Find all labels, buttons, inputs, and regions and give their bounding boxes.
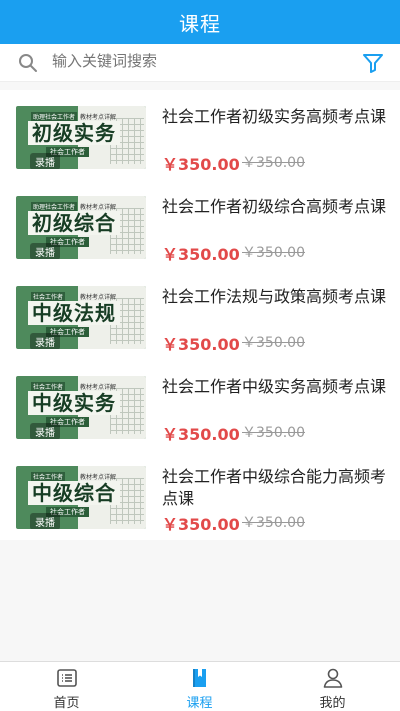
course-name: 社会工作者初级实务高频考点课 [162, 107, 387, 126]
course-price: ￥350.00 [162, 245, 240, 264]
cover-title: 中级实务 [28, 391, 120, 415]
cover-tag2: 教材考点详解 [80, 204, 117, 211]
course-name: 社会工作者中级实务高频考点课 [162, 377, 387, 396]
course-cover: 社会工作者 教材考点详解 中级综合 社会工作者 录播 [16, 466, 146, 529]
course-cover: 助理社会工作者 教材考点详解 初级综合 社会工作者 录播 [16, 196, 146, 259]
bottom-tab-bar: 首页 课程 我的 [0, 661, 400, 711]
course-original-price: ￥350.00 [242, 515, 305, 531]
course-price: ￥350.00 [162, 155, 240, 174]
course-item[interactable]: 社会工作者 教材考点详解 中级法规 社会工作者 录播 社会工作法规与政策高频考点… [0, 270, 400, 360]
cover-title: 中级综合 [28, 481, 120, 505]
filter-icon[interactable] [361, 51, 385, 75]
search-icon[interactable] [18, 53, 38, 73]
list-icon [57, 669, 77, 687]
tab-courses[interactable]: 课程 [133, 662, 266, 711]
cover-tag2: 教材考点详解 [80, 294, 117, 301]
book-icon [193, 669, 206, 687]
course-cover: 社会工作者 教材考点详解 中级实务 社会工作者 录播 [16, 376, 146, 439]
cover-tag: 社会工作者 [31, 382, 66, 391]
course-price: ￥350.00 [162, 515, 240, 534]
course-cover: 社会工作者 教材考点详解 中级法规 社会工作者 录播 [16, 286, 146, 349]
cover-title: 中级法规 [28, 301, 120, 325]
cover-tag: 助理社会工作者 [31, 202, 78, 211]
tab-profile[interactable]: 我的 [266, 662, 399, 711]
recorded-badge: 录播 [30, 423, 60, 439]
course-price: ￥350.00 [162, 425, 240, 444]
course-original-price: ￥350.00 [242, 335, 305, 351]
course-name: 社会工作者初级综合高频考点课 [162, 197, 387, 216]
search-bar [0, 44, 400, 82]
user-icon [323, 668, 343, 688]
recorded-badge: 录播 [30, 243, 60, 259]
course-item[interactable]: 社会工作者 教材考点详解 中级综合 社会工作者 录播 社会工作者中级综合能力高频… [0, 450, 400, 540]
cover-title: 初级实务 [28, 121, 120, 145]
tab-home[interactable]: 首页 [0, 662, 133, 711]
cover-tag: 社会工作者 [31, 472, 66, 481]
cover-tag: 社会工作者 [31, 292, 66, 301]
course-item[interactable]: 社会工作者 教材考点详解 中级实务 社会工作者 录播 社会工作者中级实务高频考点… [0, 360, 400, 450]
course-name: 社会工作者中级综合能力高频考点课 [162, 467, 387, 508]
tab-label: 首页 [53, 696, 80, 711]
recorded-badge: 录播 [30, 153, 60, 169]
app-header: 课程 [0, 0, 400, 44]
tab-label: 课程 [186, 696, 213, 711]
course-original-price: ￥350.00 [242, 155, 305, 171]
course-price: ￥350.00 [162, 335, 240, 354]
recorded-badge: 录播 [30, 333, 60, 349]
course-cover: 助理社会工作者 教材考点详解 初级实务 社会工作者 录播 [16, 106, 146, 169]
cover-tag: 助理社会工作者 [31, 112, 78, 121]
page-title: 课程 [179, 11, 221, 36]
course-original-price: ￥350.00 [242, 245, 305, 261]
course-item[interactable]: 助理社会工作者 教材考点详解 初级综合 社会工作者 录播 社会工作者初级综合高频… [0, 180, 400, 270]
tab-label: 我的 [319, 696, 346, 711]
cover-title: 初级综合 [28, 211, 120, 235]
course-item[interactable]: 助理社会工作者 教材考点详解 初级实务 社会工作者 录播 社会工作者初级实务高频… [0, 90, 400, 180]
course-name: 社会工作法规与政策高频考点课 [162, 287, 387, 306]
search-input[interactable] [52, 53, 332, 70]
course-list: 助理社会工作者 教材考点详解 初级实务 社会工作者 录播 社会工作者初级实务高频… [0, 90, 400, 540]
recorded-badge: 录播 [30, 513, 60, 529]
cover-tag2: 教材考点详解 [80, 384, 117, 391]
cover-tag2: 教材考点详解 [80, 114, 117, 121]
cover-tag2: 教材考点详解 [80, 474, 117, 481]
course-original-price: ￥350.00 [242, 425, 305, 441]
